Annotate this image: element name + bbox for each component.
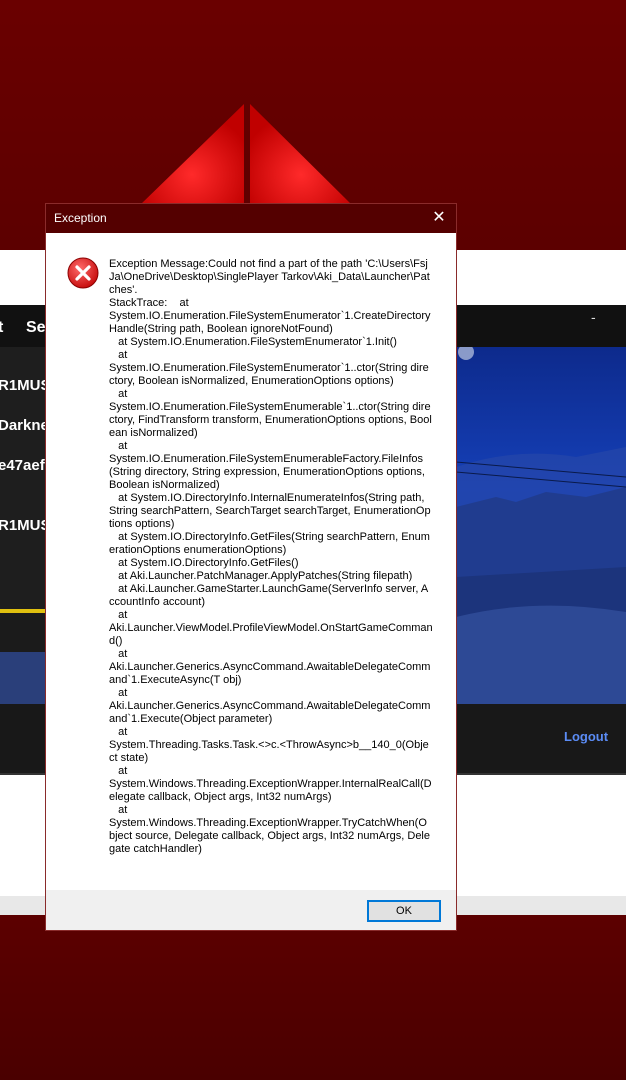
progress-bar — [0, 609, 46, 613]
background-artwork-left — [0, 652, 46, 704]
tab-play[interactable]: t — [0, 319, 3, 337]
profile-item[interactable]: R1MUS — [0, 377, 46, 394]
exception-message: Exception Message:Could not find a part … — [109, 258, 433, 855]
exception-dialog: Exception ✕ Exception Message:Could not … — [45, 203, 457, 931]
dialog-title: Exception — [54, 211, 107, 225]
close-button[interactable]: ✕ — [422, 204, 456, 233]
profile-item[interactable]: R1MUS — [0, 517, 46, 534]
background-artwork — [456, 347, 626, 704]
ok-button[interactable]: OK — [367, 900, 441, 922]
dialog-content: Exception Message:Could not find a part … — [46, 233, 456, 890]
error-icon — [67, 257, 99, 289]
dialog-button-area: OK — [46, 890, 456, 930]
logout-link[interactable]: Logout — [564, 729, 608, 744]
profile-list: R1MUS Darkne e47aef R1MUS — [0, 347, 46, 612]
profile-item[interactable]: e47aef — [0, 457, 45, 474]
profile-item[interactable]: Darkne — [0, 417, 46, 434]
background-bottom — [0, 915, 626, 1080]
dialog-titlebar[interactable]: Exception ✕ — [46, 204, 456, 233]
minimize-button[interactable]: - — [591, 309, 596, 325]
